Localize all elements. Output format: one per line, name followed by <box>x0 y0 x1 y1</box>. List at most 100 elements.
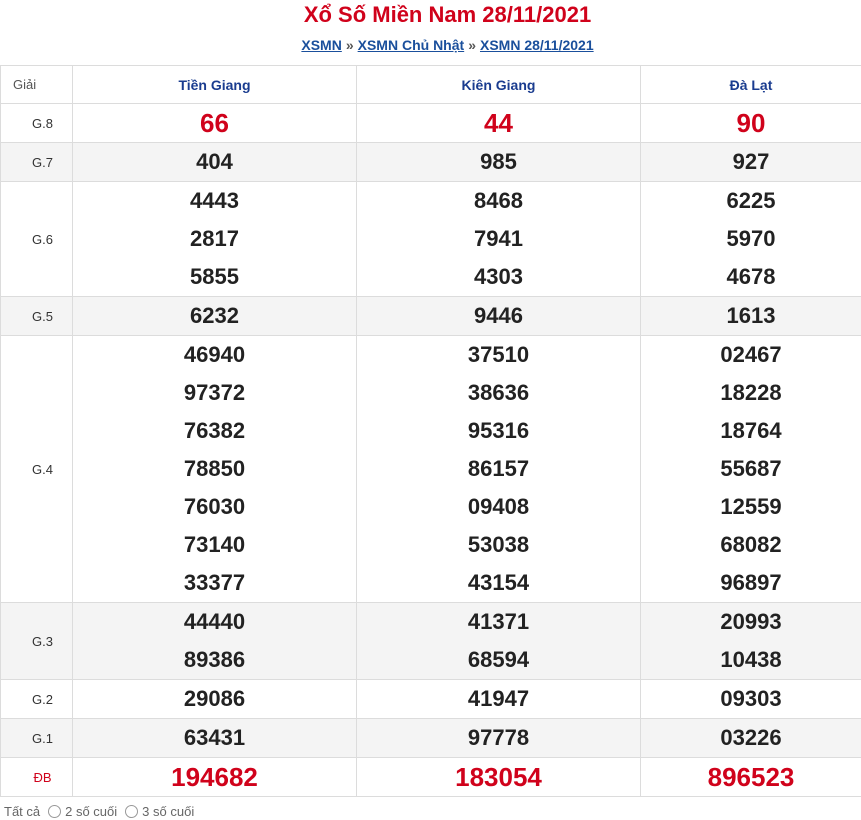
breadcrumb-link-xsmn-date[interactable]: XSMN 28/11/2021 <box>480 37 594 53</box>
breadcrumb-separator: » <box>468 37 476 53</box>
prize-number: 96897 <box>720 570 782 595</box>
prize-label: G.1 <box>0 718 73 758</box>
breadcrumb: XSMN» XSMN Chủ Nhật» XSMN 28/11/2021 <box>0 35 861 55</box>
prize-number: 1613 <box>726 303 776 328</box>
prize-number: 9446 <box>474 303 523 328</box>
prize-number: 63431 <box>183 725 246 750</box>
prize-number: 76382 <box>183 418 246 443</box>
prize-label: G.2 <box>0 679 73 719</box>
prize-number: 33377 <box>183 570 246 595</box>
prize-number: 37510 <box>467 342 530 367</box>
breadcrumb-link-xsmn[interactable]: XSMN <box>301 37 341 53</box>
prize-label: G.5 <box>0 296 73 336</box>
prize-number: 02467 <box>720 342 782 367</box>
prize-row: G.4 46940 97372 76382 78850 76030 73140 33377 37… <box>0 335 861 603</box>
prize-cell: 90 <box>640 103 861 143</box>
prize-number: 68082 <box>720 532 782 557</box>
prize-cell: 183054 <box>356 757 641 797</box>
prize-number: 90 <box>736 108 766 138</box>
prize-number: 20993 <box>720 609 782 634</box>
prize-number: 4303 <box>474 264 523 289</box>
prize-row: G.7 404 985 927 <box>0 142 861 182</box>
prize-cell: 66 <box>72 103 357 143</box>
prize-number: 18764 <box>720 418 782 443</box>
prize-number: 183054 <box>455 762 542 792</box>
prize-number: 44 <box>484 108 513 138</box>
prize-row: G.6 4443 2817 5855 8468 7941 4303 6225 5970 4678 <box>0 181 861 297</box>
prize-row: G.8 66 44 90 <box>0 103 861 143</box>
prize-number: 97778 <box>467 725 530 750</box>
column-header-province[interactable]: Kiên Giang <box>356 65 641 104</box>
prize-number: 194682 <box>171 762 258 792</box>
prize-cell: 404 <box>72 142 357 182</box>
prize-cell: 927 <box>640 142 861 182</box>
prize-number: 29086 <box>183 686 246 711</box>
prize-number: 86157 <box>467 456 530 481</box>
column-header-province[interactable]: Tiền Giang <box>72 65 357 104</box>
prize-cell: 02467 18228 18764 55687 12559 68082 96897 <box>640 335 861 603</box>
prize-number: 09408 <box>467 494 530 519</box>
prize-number: 43154 <box>467 570 530 595</box>
prize-number: 896523 <box>707 762 795 792</box>
prize-number: 95316 <box>467 418 530 443</box>
radio-icon[interactable] <box>125 805 139 818</box>
prize-number: 10438 <box>720 647 782 672</box>
prize-number: 4443 <box>190 188 239 213</box>
column-header-province[interactable]: Đà Lạt <box>640 65 861 104</box>
prize-cell: 6232 <box>72 296 357 336</box>
prize-cell: 6225 5970 4678 <box>640 181 861 297</box>
filter-option-all[interactable]: Tất cả <box>4 804 40 819</box>
table-header-row: Giải Tiền Giang Kiên Giang Đà Lạt <box>0 65 861 104</box>
prize-cell: 09303 <box>640 679 861 719</box>
prize-cell: 896523 <box>640 757 861 797</box>
prize-number: 7941 <box>474 226 523 251</box>
prize-cell: 44 <box>356 103 641 143</box>
prize-number: 68594 <box>467 647 530 672</box>
prize-cell: 29086 <box>72 679 357 719</box>
prize-cell: 63431 <box>72 718 357 758</box>
prize-number: 66 <box>200 108 229 138</box>
prize-number: 78850 <box>183 456 246 481</box>
prize-number: 5855 <box>190 264 239 289</box>
prize-cell: 20993 10438 <box>640 602 861 680</box>
prize-label: G.4 <box>0 335 73 603</box>
filter-option-label: 3 số cuối <box>142 804 195 819</box>
filter-option-last-2[interactable]: 2 số cuối <box>48 804 117 819</box>
prize-number: 09303 <box>720 686 782 711</box>
filter-option-last-3[interactable]: 3 số cuối <box>125 804 194 819</box>
prize-cell: 194682 <box>72 757 357 797</box>
prize-table-body: G.8 66 44 90 G.7 404 985 927 G.6 4443 2817 5855 8468… <box>0 103 861 797</box>
prize-number: 2817 <box>190 226 239 251</box>
prize-number: 4678 <box>726 264 776 289</box>
prize-number: 55687 <box>720 456 782 481</box>
prize-number: 03226 <box>720 725 782 750</box>
prize-label: G.8 <box>0 103 73 143</box>
prize-cell: 4443 2817 5855 <box>72 181 357 297</box>
prize-number: 8468 <box>474 188 523 213</box>
prize-number: 41947 <box>467 686 530 711</box>
prize-cell: 8468 7941 4303 <box>356 181 641 297</box>
prize-number: 404 <box>196 149 233 174</box>
prize-cell: 41371 68594 <box>356 602 641 680</box>
radio-icon[interactable] <box>48 805 62 818</box>
prize-cell: 46940 97372 76382 78850 76030 73140 33377 <box>72 335 357 603</box>
prize-number: 18228 <box>720 380 782 405</box>
prize-number: 97372 <box>183 380 246 405</box>
prize-label: G.7 <box>0 142 73 182</box>
prize-number: 12559 <box>720 494 782 519</box>
results-table: Giải Tiền Giang Kiên Giang Đà Lạt G.8 66 4… <box>0 65 861 797</box>
prize-row: ĐB 194682 183054 896523 <box>0 757 861 797</box>
page-title: Xổ Số Miền Nam 28/11/2021 <box>303 2 592 27</box>
prize-number: 53038 <box>467 532 530 557</box>
prize-label: G.6 <box>0 181 73 297</box>
prize-row: G.5 6232 9446 1613 <box>0 296 861 336</box>
breadcrumb-separator: » <box>345 37 354 53</box>
filter-option-label: Tất cả <box>4 804 41 819</box>
prize-number: 76030 <box>183 494 246 519</box>
prize-label: G.3 <box>0 602 73 680</box>
prize-number: 6232 <box>190 303 239 328</box>
prize-row: G.3 44440 89386 41371 68594 20993 10438 <box>0 602 861 680</box>
prize-cell: 1613 <box>640 296 861 336</box>
prize-cell: 97778 <box>356 718 641 758</box>
breadcrumb-link-xsmn-chu-nhat[interactable]: XSMN Chủ Nhật <box>358 37 465 53</box>
